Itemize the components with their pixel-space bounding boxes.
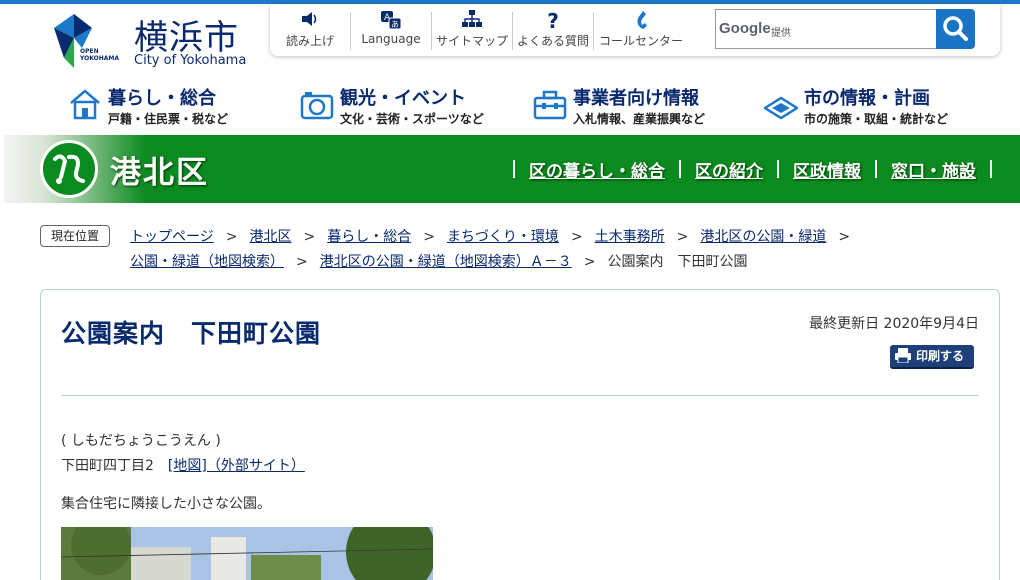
park-photo [61,527,433,580]
breadcrumb-link[interactable]: トップページ [130,229,214,245]
house-icon [70,89,100,120]
breadcrumb-separator: > [570,229,583,245]
question-icon: ? [547,9,559,33]
park-description: 集合住宅に隣接した小さな公園。 [61,496,271,512]
breadcrumb-separator: > [296,254,308,270]
sitemap-button[interactable]: サイトマップ [432,10,512,52]
gnav-living[interactable]: 暮らし・総合 戸籍・住民票・税など [68,80,268,126]
read-aloud-label: 読み上げ [285,34,334,48]
ward-nav-living[interactable]: 区の暮らし・総合 [529,157,665,182]
breadcrumb: トップページ > 港北区 > 暮らし・総合 > まちづくり・環境 > 土木事務所 > 港北区の公園・… [130,225,870,275]
city-logo[interactable]: OPEN YOKOHAMA 横浜市 City of Yokohama [52,12,252,72]
ward-banner: 港北区 区の暮らし・総合 区の紹介 区政情報 窓口・施設 [4,135,1020,203]
last-updated: 最終更新日 2020年9月4日 [809,316,979,332]
ward-nav-divider [875,160,877,178]
breadcrumb-link[interactable]: 暮らし・総合 [327,229,411,245]
ward-name[interactable]: 港北区 [110,147,209,192]
breadcrumb-label: 現在位置 [40,225,110,247]
camera-icon [300,92,334,120]
call-center-label: コールセンター [598,34,683,48]
diamond-icon [764,96,798,120]
breadcrumb-current: 公園案内 下田町公園 [607,254,748,270]
breadcrumb-link[interactable]: 土木事務所 [595,229,665,245]
ward-nav-about[interactable]: 区の紹介 [695,157,763,182]
title-divider [61,395,979,396]
breadcrumb-link[interactable]: 港北区の公園・緑道（地図検索）Ａ－３ [320,254,572,270]
breadcrumb-link[interactable]: 港北区の公園・緑道 [700,229,826,245]
svg-text:あ: あ [391,20,399,29]
gnav-tourism-sub: 文化・芸術・スポーツなど [340,112,484,126]
breadcrumb-link[interactable]: 公園・緑道（地図検索） [130,254,284,270]
gnav-city-info[interactable]: 市の情報・計画 市の施策・取組・統計など [764,80,984,126]
ward-emblem-icon [53,154,85,184]
sitemap-icon [432,10,512,32]
gnav-city-info-title: 市の情報・計画 [804,88,930,109]
gnav-city-info-sub: 市の施策・取組・統計など [804,112,949,126]
park-address-line: 下田町四丁目2 [地図]（外部サイト） [61,455,305,475]
sitemap-label: サイトマップ [435,34,508,48]
city-name-jp: 横浜市 [134,18,239,58]
language-icon: Aあ [351,10,431,32]
breadcrumb-separator: > [225,229,238,245]
google-brand-text: Google [719,20,771,37]
read-aloud-button[interactable]: 読み上げ [270,10,350,52]
map-external-link[interactable]: [地図]（外部サイト） [168,458,305,474]
ward-nav-divider [679,160,681,178]
park-reading: ( しもだちょうこうえん ) [61,433,221,449]
breadcrumb-separator: > [676,229,689,245]
phone-icon [594,10,688,32]
ward-nav-divider [513,160,515,178]
content-card: 公園案内 下田町公園 最終更新日 2020年9月4日 印刷する ( しもだちょう… [40,289,1000,580]
site-search-input[interactable]: Google 提供 [715,9,937,49]
gnav-business-title: 事業者向け情報 [573,88,699,109]
language-label: Language [361,32,421,46]
open-yokohama-text: OPEN YOKOHAMA [80,48,119,62]
ward-nav-facilities[interactable]: 窓口・施設 [891,157,976,182]
gnav-business-sub: 入札情報、産業振興など [573,112,706,126]
speaker-icon [270,10,350,32]
search-icon [943,16,968,41]
park-photo-image [61,527,433,580]
faq-label: よくある質問 [516,34,589,48]
global-nav: 暮らし・総合 戸籍・住民票・税など 観光・イベント 文化・芸術・スポーツなど 事… [0,76,1020,132]
page-title: 公園案内 下田町公園 [61,319,322,348]
gnav-living-title: 暮らし・総合 [108,88,216,109]
toolbox-icon [533,90,567,120]
park-address: 下田町四丁目2 [61,458,154,474]
ward-nav-divider [777,160,779,178]
breadcrumb-link[interactable]: まちづくり・環境 [447,229,559,245]
search-provided-text: 提供 [771,28,791,39]
breadcrumb-separator: > [583,254,596,270]
language-button[interactable]: Aあ Language [351,10,431,52]
city-name-en: City of Yokohama [134,53,247,68]
ward-nav-administration[interactable]: 区政情報 [793,157,861,182]
gnav-tourism-title: 観光・イベント [340,88,466,109]
gnav-tourism[interactable]: 観光・イベント 文化・芸術・スポーツなど [300,80,510,126]
kohoku-ward-emblem[interactable] [40,140,98,198]
print-button[interactable]: 印刷する [890,345,974,367]
breadcrumb-link[interactable]: 港北区 [249,229,291,245]
ward-nav: 区の暮らし・総合 区の紹介 区政情報 窓口・施設 [499,155,1006,183]
print-label: 印刷する [916,349,965,363]
printer-icon [895,348,911,363]
breadcrumb-separator: > [303,229,316,245]
breadcrumb-separator: > [423,229,435,245]
faq-button[interactable]: ? よくある質問 [513,10,593,52]
call-center-button[interactable]: コールセンター [594,10,688,52]
ward-nav-divider [990,160,992,178]
search-button[interactable] [936,9,975,49]
gnav-living-sub: 戸籍・住民票・税など [108,112,229,126]
breadcrumb-separator: > [838,229,851,245]
gnav-business[interactable]: 事業者向け情報 入札情報、産業振興など [533,80,743,126]
